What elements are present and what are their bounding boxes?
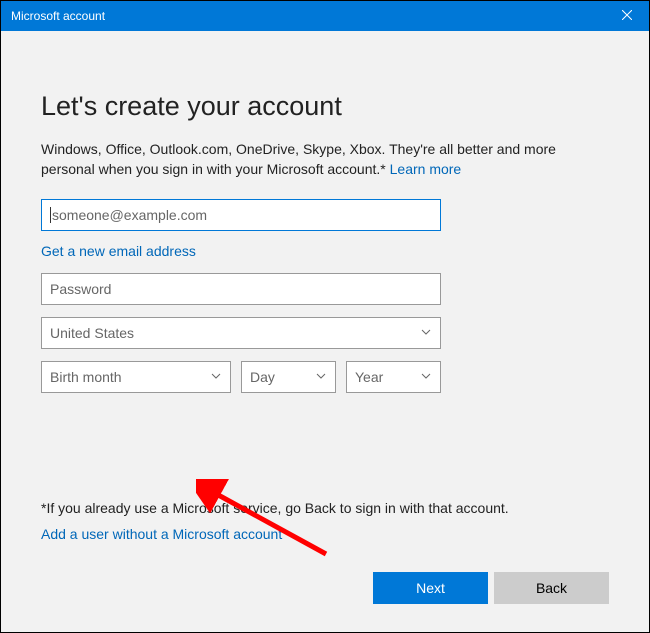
description: Windows, Office, Outlook.com, OneDrive, … <box>41 140 609 179</box>
email-field[interactable]: someone@example.com <box>41 199 441 231</box>
button-row: Next Back <box>41 572 609 604</box>
email-placeholder: someone@example.com <box>52 207 207 223</box>
account-creation-window: Microsoft account Let's create your acco… <box>0 0 650 633</box>
close-icon <box>622 9 632 23</box>
window-title: Microsoft account <box>11 9 105 23</box>
title-bar: Microsoft account <box>1 1 649 31</box>
next-button[interactable]: Next <box>373 572 488 604</box>
country-select[interactable]: United States <box>41 317 441 349</box>
close-button[interactable] <box>604 1 649 31</box>
chevron-down-icon <box>420 325 432 341</box>
password-field[interactable]: Password <box>41 273 441 305</box>
back-button[interactable]: Back <box>494 572 609 604</box>
page-title: Let's create your account <box>41 91 609 122</box>
chevron-down-icon <box>315 369 327 385</box>
birth-day-select[interactable]: Day <box>241 361 336 393</box>
birth-month-value: Birth month <box>50 369 122 385</box>
country-value: United States <box>50 325 134 341</box>
footer-note: *If you already use a Microsoft service,… <box>41 500 609 516</box>
learn-more-link[interactable]: Learn more <box>390 161 462 177</box>
password-placeholder: Password <box>50 281 111 297</box>
birth-day-value: Day <box>250 369 275 385</box>
text-caret <box>50 207 51 223</box>
footer: *If you already use a Microsoft service,… <box>41 500 609 604</box>
chevron-down-icon <box>210 369 222 385</box>
birth-year-select[interactable]: Year <box>346 361 441 393</box>
add-without-account-link[interactable]: Add a user without a Microsoft account <box>41 526 282 542</box>
content-area: Let's create your account Windows, Offic… <box>1 31 649 393</box>
chevron-down-icon <box>420 369 432 385</box>
description-text: Windows, Office, Outlook.com, OneDrive, … <box>41 141 556 177</box>
dob-row: Birth month Day Year <box>41 361 441 393</box>
birth-month-select[interactable]: Birth month <box>41 361 231 393</box>
birth-year-value: Year <box>355 369 383 385</box>
new-email-link[interactable]: Get a new email address <box>41 243 196 259</box>
